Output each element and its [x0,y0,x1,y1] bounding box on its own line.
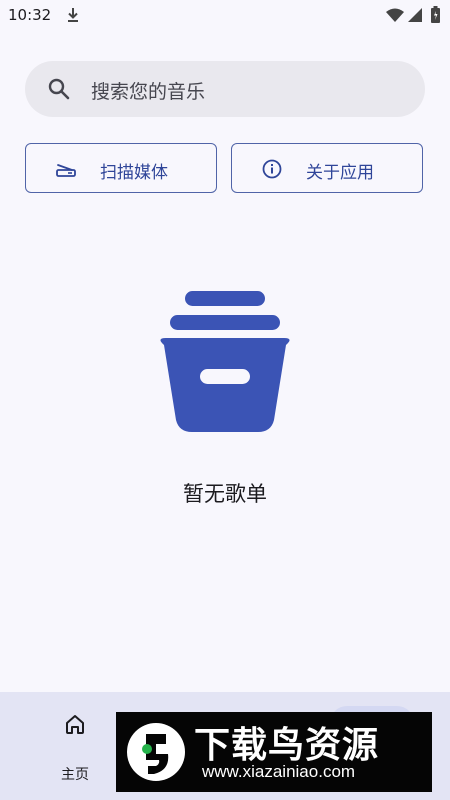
about-app-label: 关于应用 [306,163,374,183]
battery-icon [431,6,440,23]
wifi-icon [386,8,404,22]
scan-media-label: 扫描媒体 [100,163,168,183]
watermark-banner: 下载鸟资源 www.xiazainiao.com [116,712,432,792]
nav-home-label[interactable]: 主页 [44,764,106,784]
download-icon [68,8,78,22]
empty-state-text: 暂无歌单 [183,482,267,506]
home-icon[interactable] [63,712,87,736]
status-time: 10:32 [8,6,52,24]
watermark-title: 下载鸟资源 [194,725,380,766]
info-icon [262,159,282,179]
scanner-icon [56,164,76,177]
search-bar[interactable]: 搜索您的音乐 [25,61,425,117]
search-icon [48,78,70,100]
search-placeholder: 搜索您的音乐 [91,81,206,103]
bird-logo-icon [127,723,185,781]
watermark-url: www.xiazainiao.com [202,762,356,781]
signal-icon [408,8,422,22]
status-bar: 10:32 [0,0,450,32]
about-app-button[interactable]: 关于应用 [231,143,423,193]
archive-box-icon [160,291,290,432]
scan-media-button[interactable]: 扫描媒体 [25,143,217,193]
